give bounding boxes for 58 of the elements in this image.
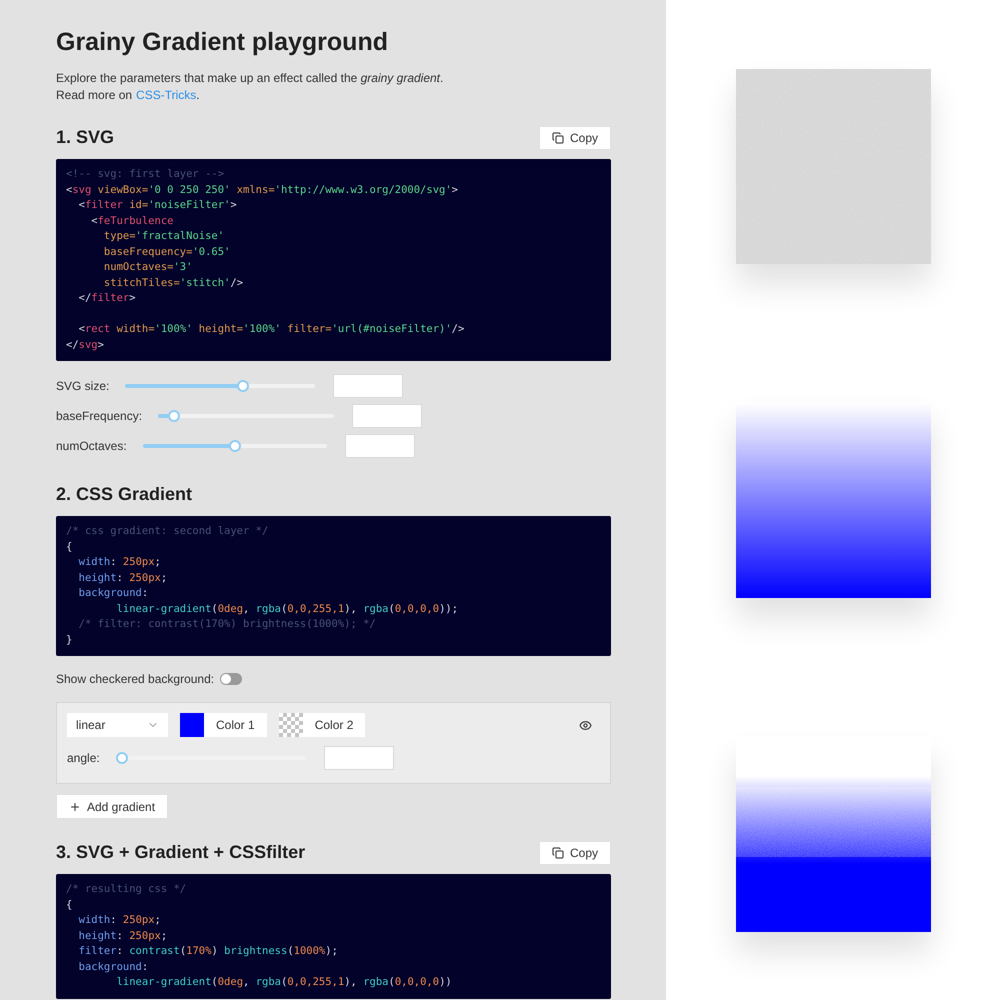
code-line: /* resulting css */ xyxy=(66,882,188,897)
code-line: background: xyxy=(78,960,150,974)
code-line: } xyxy=(66,632,74,648)
value-field[interactable] xyxy=(352,404,422,428)
copy-button[interactable]: Copy xyxy=(538,126,611,150)
value-field[interactable] xyxy=(333,374,404,398)
code-line: stitchTiles='stitch'/> xyxy=(102,276,244,290)
slider[interactable] xyxy=(158,410,334,422)
code-line: height: 250px; xyxy=(78,570,168,586)
color-button[interactable]: Color 2 xyxy=(278,713,366,737)
read-more-text: Read more on xyxy=(56,87,132,104)
code-line: </filter> xyxy=(78,291,137,306)
section-heading: 1. SVG xyxy=(56,126,114,149)
code-line: { xyxy=(66,540,74,554)
type-select[interactable]: linear xyxy=(67,713,168,737)
code-line: <rect width='100%' height='100%' filter='url(#noiseFilter)'/> xyxy=(78,322,466,337)
code-line: <filter id='noiseFilter'> xyxy=(78,198,238,213)
intro-text: Explore the parameters that make up an effect called the grainy gradient. xyxy=(56,70,444,87)
eye-icon[interactable] xyxy=(579,718,592,732)
code-line: baseFrequency='0.65' xyxy=(102,244,232,260)
color-button[interactable]: Color 1 xyxy=(180,713,267,737)
code-line: <!-- svg: first layer --> xyxy=(66,167,226,182)
code-line: /* filter: contrast(170%) brightness(1000%); */ xyxy=(78,617,377,632)
slider[interactable] xyxy=(142,440,327,452)
copy-icon xyxy=(552,846,564,858)
slider-label: SVG size: xyxy=(56,378,110,395)
copy-icon xyxy=(552,132,564,144)
code-line: type='fractalNoise' xyxy=(102,229,226,244)
slider[interactable] xyxy=(116,752,306,764)
code-line: numOctaves='3' xyxy=(102,260,194,275)
code-line: filter: contrast(170%) brightness(1000%); xyxy=(78,944,339,959)
page-title: Grainy Gradient playground xyxy=(56,27,389,58)
code-line: width: 250px; xyxy=(78,555,162,570)
slider-label: numOctaves: xyxy=(56,438,127,455)
slider[interactable] xyxy=(125,380,316,392)
code-line: linear-gradient(0deg, rgba(0,0,255,1), rgba(0,0,0,0)); xyxy=(116,602,460,616)
code-line: width: 250px; xyxy=(78,913,162,928)
section-heading: 2. CSS Gradient xyxy=(56,483,192,506)
add-gradient-button[interactable]: Add gradient xyxy=(56,794,168,819)
slider-label: baseFrequency: xyxy=(56,408,142,425)
slider-label: angle: xyxy=(67,750,100,767)
code-line: /* css gradient: second layer */ xyxy=(66,524,270,539)
code-line: <svg viewBox='0 0 250 250' xmlns='http://www.w3.org/2000/svg'> xyxy=(66,182,459,198)
toggle-label: Show checkered background: xyxy=(56,671,214,688)
value-field[interactable] xyxy=(324,746,394,770)
code-line: linear-gradient(0deg, rgba(0,0,255,1), rgba(0,0,0,0)) xyxy=(116,975,453,990)
toggle-switch[interactable] xyxy=(220,673,242,685)
value-field[interactable] xyxy=(344,434,415,458)
code-line: <feTurbulence xyxy=(90,214,174,228)
code-line: background: xyxy=(78,586,150,601)
code-line: { xyxy=(66,898,74,912)
plus-icon xyxy=(69,800,81,812)
code-line: height: 250px; xyxy=(78,928,168,944)
transparent-swatch xyxy=(278,713,303,737)
section-heading: 3. SVG + Gradient + CSSfilter xyxy=(56,841,306,864)
read-more-period: . xyxy=(196,87,200,104)
code-line: </svg> xyxy=(66,338,105,352)
copy-button[interactable]: Copy xyxy=(538,840,611,864)
